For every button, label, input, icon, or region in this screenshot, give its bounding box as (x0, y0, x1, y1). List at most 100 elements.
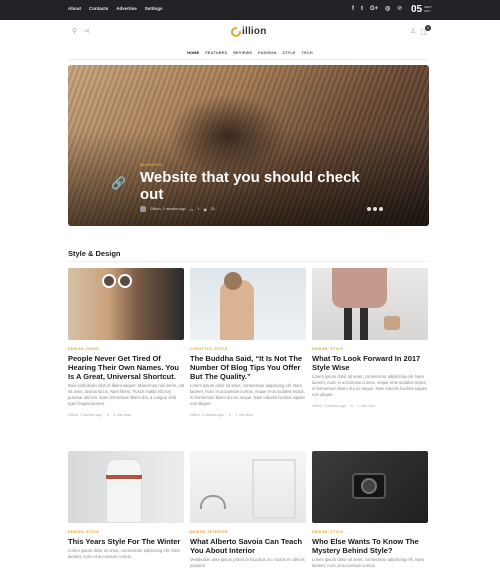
pinterest-icon[interactable]: ℗ (397, 5, 401, 13)
date-day: 05 (411, 4, 423, 15)
nav-item-tech[interactable]: TECH (302, 51, 313, 55)
post-card: DESIGN, STYLE Who Else Wants To Know The… (312, 451, 428, 569)
bag-shape (384, 316, 400, 330)
chair-shape (200, 495, 226, 509)
social-links: f t G+ ◎ ℗ (352, 5, 402, 13)
date-display: 05 SEPT 2017 (411, 4, 432, 15)
share-icon[interactable]: ⋖ (84, 27, 90, 35)
user-icon[interactable]: ♙ (410, 27, 416, 35)
top-bar: About Contacts Advertise Settings f t G+… (0, 0, 500, 20)
post-meta: Gillion, 3 months ago 0 1 min read (312, 404, 428, 408)
camera-lens-shape (361, 478, 377, 494)
link-icon: 🔗 (111, 176, 126, 190)
post-excerpt: Vestibulum ante ipsum primis in faucibus… (190, 557, 305, 568)
logo-text: illion (242, 26, 267, 37)
top-nav-about[interactable]: About (68, 6, 81, 11)
post-thumbnail[interactable] (312, 268, 428, 340)
boot-shape (344, 308, 352, 340)
logo-mark-icon (231, 26, 241, 37)
post-card: DESIGN, GUIDE People Never Get Tired Of … (68, 268, 184, 417)
views-icon: ◉ (203, 207, 207, 212)
post-category[interactable]: DESIGN, STYLE (68, 530, 184, 534)
post-comments: 0 (106, 413, 109, 417)
post-card: DESIGN, STYLE This Years Style For The W… (68, 451, 184, 560)
section-title: Style & Design (68, 249, 121, 258)
post-excerpt: Lorem ipsum dolor sit amet, consectetur … (68, 548, 180, 559)
post-comments: 0 (350, 404, 353, 408)
post-excerpt: Lorem ipsum dolor sit amet, consectetur … (312, 557, 424, 568)
cart-count-badge: 0 (425, 25, 431, 31)
facebook-icon[interactable]: f (352, 5, 354, 13)
post-category[interactable]: LIFESTYLE, STYLE (190, 347, 306, 351)
site-logo[interactable]: illion (231, 26, 267, 37)
nav-divider (68, 59, 429, 60)
hero-author-date[interactable]: Gillion, 3 months ago (150, 207, 186, 211)
top-nav-advertise[interactable]: Advertise (116, 6, 137, 11)
author-avatar[interactable] (140, 206, 146, 212)
boot-shape (360, 308, 368, 340)
post-title[interactable]: The Buddha Said, “It Is Not The Number O… (190, 354, 306, 381)
post-thumbnail[interactable] (68, 451, 184, 523)
post-title[interactable]: What Alberto Savoia Can Teach You About … (190, 537, 306, 555)
top-nav-contacts[interactable]: Contacts (89, 6, 108, 11)
top-nav-settings[interactable]: Settings (145, 6, 163, 11)
hero-views-count: 31 (210, 207, 215, 211)
main-nav: HOME FEATURES REVIEWS FASHION STYLE TECH (0, 51, 500, 55)
post-title[interactable]: People Never Get Tired Of Hearing Their … (68, 354, 184, 381)
post-thumbnail[interactable] (190, 451, 306, 523)
post-read-time: 1 min read (235, 413, 253, 417)
shelf-shape (252, 459, 296, 519)
post-card: DESIGN, STYLE What To Look Forward In 20… (312, 268, 428, 408)
slider-dot[interactable] (379, 207, 383, 211)
hair-shape (224, 272, 242, 290)
hero-title[interactable]: Website that you should check out (140, 169, 380, 203)
dress-shape (106, 459, 142, 523)
slider-dot[interactable] (367, 207, 371, 211)
post-read-time: 1 min read (113, 413, 131, 417)
post-excerpt: Lorem ipsum dolor sit amet, consectetur … (190, 383, 306, 406)
post-card: DESIGN, INTERIOR What Alberto Savoia Can… (190, 451, 306, 569)
post-category[interactable]: DESIGN, GUIDE (68, 347, 184, 351)
post-category[interactable]: DESIGN, STYLE (312, 347, 428, 351)
post-thumbnail[interactable] (190, 268, 306, 340)
post-date[interactable]: Gillion, 3 months ago (190, 413, 224, 417)
post-meta: Gillion, 3 months ago 0 1 min read (190, 413, 306, 417)
post-excerpt: Lorem ipsum dolor sit amet, consectetur … (312, 374, 428, 397)
section-divider (68, 261, 429, 262)
post-thumbnail[interactable] (312, 451, 428, 523)
slider-dot[interactable] (373, 207, 377, 211)
nav-item-reviews[interactable]: REVIEWS (233, 51, 252, 55)
post-thumbnail[interactable] (68, 268, 184, 340)
hero-comments-count: 1 (197, 207, 200, 211)
google-plus-icon[interactable]: G+ (370, 5, 378, 13)
post-card: LIFESTYLE, STYLE The Buddha Said, “It Is… (190, 268, 306, 417)
post-title[interactable]: This Years Style For The Winter (68, 537, 184, 546)
sunglasses-lens (118, 274, 132, 288)
nav-item-features[interactable]: FEATURES (205, 51, 227, 55)
post-title[interactable]: Who Else Wants To Know The Mystery Behin… (312, 537, 428, 555)
post-read-time: 1 min read (357, 404, 375, 408)
hero-meta: Gillion, 3 months ago ▭ 1 ◉ 31 (140, 206, 215, 212)
post-category[interactable]: DESIGN, STYLE (312, 530, 428, 534)
post-comments: 0 (228, 413, 231, 417)
sunglasses-lens (102, 274, 116, 288)
nav-item-fashion[interactable]: FASHION (258, 51, 276, 55)
post-category[interactable]: DESIGN, INTERIOR (190, 530, 306, 534)
instagram-icon[interactable]: ◎ (385, 5, 390, 13)
post-date[interactable]: Gillion, 3 months ago (312, 404, 346, 408)
post-excerpt: Duis sollicitudin nibh et libero aliquet… (68, 383, 184, 406)
date-month: SEPT 2017 (424, 5, 432, 13)
search-icon[interactable]: ⚲ (72, 27, 77, 35)
post-meta: Gillion, 3 months ago 0 1 min read (68, 413, 184, 417)
post-title[interactable]: What To Look Forward In 2017 Style Wise (312, 354, 428, 372)
post-date[interactable]: Gillion, 3 months ago (68, 413, 102, 417)
comment-icon: ▭ (189, 207, 194, 212)
nav-item-home[interactable]: HOME (187, 51, 199, 55)
belt-shape (106, 475, 142, 479)
twitter-icon[interactable]: t (361, 5, 363, 13)
slider-dots (367, 207, 383, 211)
nav-item-style[interactable]: STYLE (282, 51, 295, 55)
skirt-shape (332, 268, 387, 308)
hero-category[interactable]: BUSINESS (140, 163, 162, 167)
top-nav: About Contacts Advertise Settings (68, 6, 163, 11)
